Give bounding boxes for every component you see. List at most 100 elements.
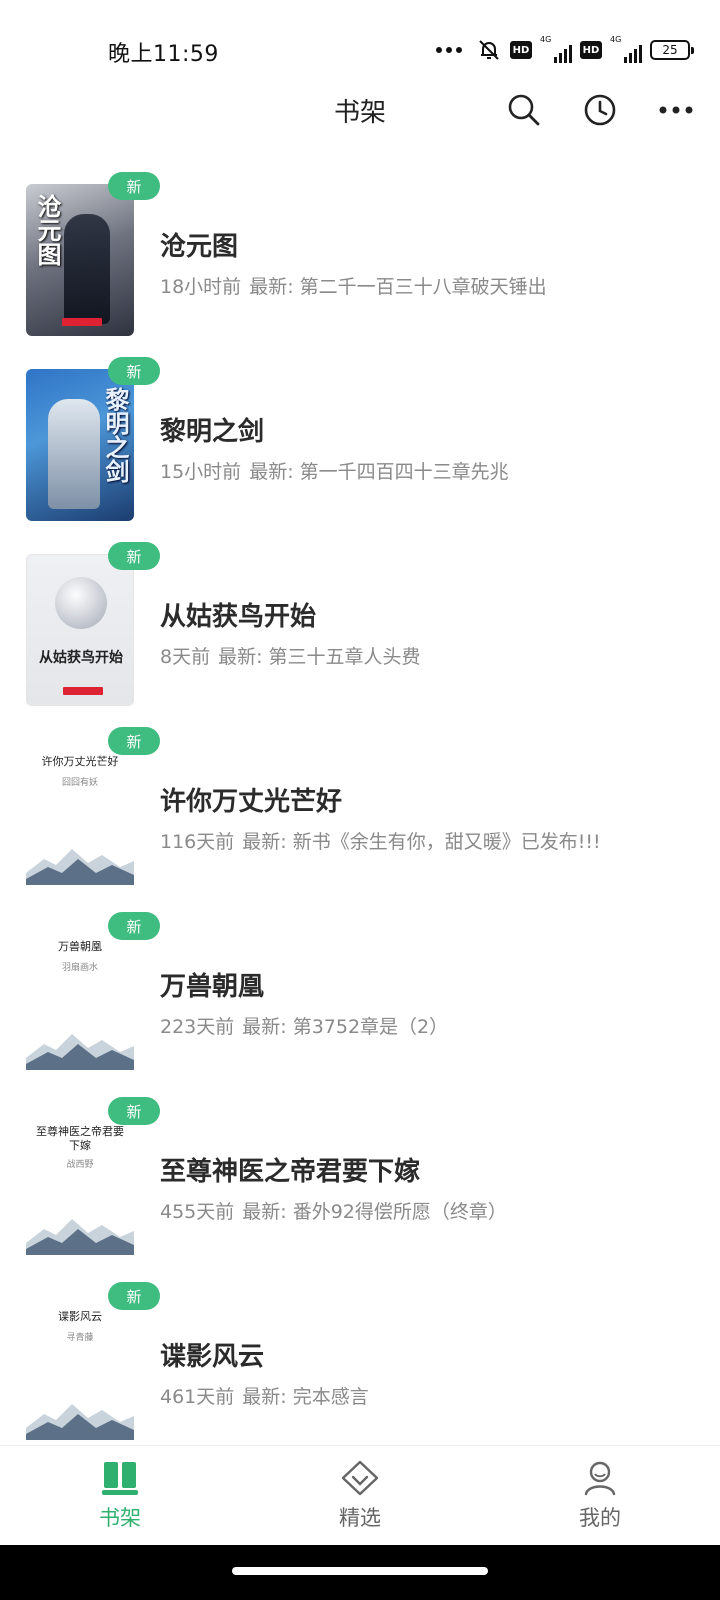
more-icon (659, 106, 693, 114)
hd-badge-1: HD (510, 41, 532, 59)
muted-bell-icon (479, 40, 499, 60)
update-time: 455天前 (160, 1201, 235, 1223)
cover-image: 许你万丈光芒好 囧囧有妖 (26, 739, 134, 891)
history-button[interactable] (576, 88, 624, 132)
cover-title: 谍影风云 (58, 1310, 102, 1323)
new-badge: 新 (108, 1282, 160, 1310)
cover-title: 黎明之剑 (101, 387, 130, 483)
gesture-area (0, 1545, 720, 1600)
search-icon (508, 94, 540, 126)
book-item[interactable]: 从姑获鸟开始 新 从姑获鸟开始 8天前 最新: 第三十五章人头费 (0, 540, 720, 725)
status-icons: HD 4G HD 4G 25 (436, 35, 694, 64)
bookshelf-list: 沧元图 新 沧元图 18小时前 最新: 第二千一百三十八章破天锤出 黎明之剑 新 … (0, 170, 720, 1465)
latest-chapter: 最新: 第3752章是（2） (242, 1016, 449, 1038)
latest-chapter: 最新: 第二千一百三十八章破天锤出 (249, 276, 547, 298)
new-badge: 新 (108, 912, 160, 940)
update-time: 223天前 (160, 1016, 235, 1038)
update-time: 18小时前 (160, 276, 242, 298)
book-cover[interactable]: 谍影风云 寻青藤 新 (26, 1282, 160, 1446)
battery-level: 25 (662, 43, 678, 57)
update-time: 461天前 (160, 1386, 235, 1408)
cover-title: 沧元图 (33, 194, 62, 266)
more-button[interactable] (652, 88, 700, 132)
top-bar: 书架 (0, 80, 720, 140)
nav-label: 书架 (99, 1506, 141, 1530)
cover-title: 至尊神医之帝君要下嫁 (36, 1125, 124, 1152)
hd-badge-2: HD (580, 41, 602, 59)
book-cover[interactable]: 许你万丈光芒好 囧囧有妖 新 (26, 727, 160, 891)
latest-chapter: 最新: 第三十五章人头费 (218, 646, 421, 668)
book-cover[interactable]: 沧元图 新 (26, 172, 160, 336)
cover-author: 囧囧有妖 (61, 778, 98, 788)
latest-chapter: 最新: 完本感言 (242, 1386, 369, 1408)
book-cover[interactable]: 至尊神医之帝君要下嫁 战西野 新 (26, 1097, 160, 1261)
update-time: 8天前 (160, 646, 211, 668)
nav-item-featured[interactable]: 精选 (240, 1446, 480, 1545)
cover-image: 至尊神医之帝君要下嫁 战西野 (26, 1109, 134, 1261)
new-badge: 新 (108, 727, 160, 755)
latest-chapter: 最新: 新书《余生有你，甜又暖》已发布!!! (242, 831, 601, 853)
cover-image: 沧元图 (26, 184, 134, 336)
book-title: 从姑获鸟开始 (160, 602, 317, 632)
cover-title: 从姑获鸟开始 (39, 650, 123, 666)
home-gesture-bar[interactable] (232, 1567, 488, 1575)
book-title: 沧元图 (160, 232, 239, 262)
book-update-meta: 116天前 最新: 新书《余生有你，甜又暖》已发布!!! (160, 827, 601, 854)
book-update-meta: 15小时前 最新: 第一千四百四十三章先兆 (160, 457, 509, 484)
latest-chapter: 最新: 第一千四百四十三章先兆 (249, 461, 509, 483)
book-cover[interactable]: 万兽朝凰 羽扇画水 新 (26, 912, 160, 1076)
update-time: 15小时前 (160, 461, 242, 483)
book-update-meta: 223天前 最新: 第3752章是（2） (160, 1012, 448, 1039)
nav-label: 我的 (579, 1506, 621, 1530)
book-item[interactable]: 谍影风云 寻青藤 新 谍影风云 461天前 最新: 完本感言 (0, 1280, 720, 1465)
new-badge: 新 (108, 542, 160, 570)
diamond-icon (341, 1460, 379, 1496)
net-type-2: 4G (610, 35, 622, 44)
cover-author: 寻青藤 (66, 1333, 94, 1343)
new-badge: 新 (108, 1097, 160, 1125)
search-button[interactable] (500, 88, 548, 132)
cover-author: 羽扇画水 (61, 963, 98, 973)
cover-image: 黎明之剑 (26, 369, 134, 521)
book-item[interactable]: 黎明之剑 新 黎明之剑 15小时前 最新: 第一千四百四十三章先兆 (0, 355, 720, 540)
mountain-art-icon (26, 849, 134, 885)
book-title: 万兽朝凰 (160, 972, 265, 1002)
latest-chapter: 最新: 番外92得偿所愿（终章） (242, 1201, 507, 1223)
signal-1-icon: 4G (540, 35, 572, 63)
cover-image: 谍影风云 寻青藤 (26, 1294, 134, 1446)
update-time: 116天前 (160, 831, 235, 853)
status-time: 晚上11:59 (108, 42, 219, 67)
cover-author: 战西野 (66, 1160, 94, 1170)
new-badge: 新 (108, 357, 160, 385)
net-type-1: 4G (540, 35, 552, 44)
book-update-meta: 461天前 最新: 完本感言 (160, 1382, 369, 1409)
cover-image: 万兽朝凰 羽扇画水 (26, 924, 134, 1076)
top-actions (500, 88, 700, 132)
cover-title: 万兽朝凰 (58, 940, 102, 953)
cover-title: 许你万丈光芒好 (41, 755, 119, 768)
mountain-art-icon (26, 1404, 134, 1440)
book-item[interactable]: 沧元图 新 沧元图 18小时前 最新: 第二千一百三十八章破天锤出 (0, 170, 720, 355)
nav-item-mine[interactable]: 我的 (480, 1446, 720, 1545)
cover-image: 从姑获鸟开始 (26, 554, 134, 706)
nav-label: 精选 (339, 1506, 381, 1530)
book-item[interactable]: 万兽朝凰 羽扇画水 新 万兽朝凰 223天前 最新: 第3752章是（2） (0, 910, 720, 1095)
mountain-art-icon (26, 1219, 134, 1255)
signal-2-icon: 4G (610, 35, 642, 63)
book-cover[interactable]: 黎明之剑 新 (26, 357, 160, 521)
nav-item-bookshelf[interactable]: 书架 (0, 1446, 240, 1545)
mountain-art-icon (26, 1034, 134, 1070)
bookshelf-icon (102, 1462, 138, 1495)
book-title: 许你万丈光芒好 (160, 787, 343, 817)
book-item[interactable]: 许你万丈光芒好 囧囧有妖 新 许你万丈光芒好 116天前 最新: 新书《余生有你，… (0, 725, 720, 910)
book-title: 至尊神医之帝君要下嫁 (160, 1157, 421, 1187)
book-update-meta: 8天前 最新: 第三十五章人头费 (160, 642, 421, 669)
book-title: 谍影风云 (160, 1342, 265, 1372)
book-title: 黎明之剑 (160, 417, 265, 447)
book-cover[interactable]: 从姑获鸟开始 新 (26, 542, 160, 706)
book-update-meta: 455天前 最新: 番外92得偿所愿（终章） (160, 1197, 507, 1224)
book-item[interactable]: 至尊神医之帝君要下嫁 战西野 新 至尊神医之帝君要下嫁 455天前 最新: 番外9… (0, 1095, 720, 1280)
battery-icon: 25 (650, 40, 694, 60)
notification-dots-icon (436, 47, 462, 53)
history-clock-icon (584, 94, 616, 126)
